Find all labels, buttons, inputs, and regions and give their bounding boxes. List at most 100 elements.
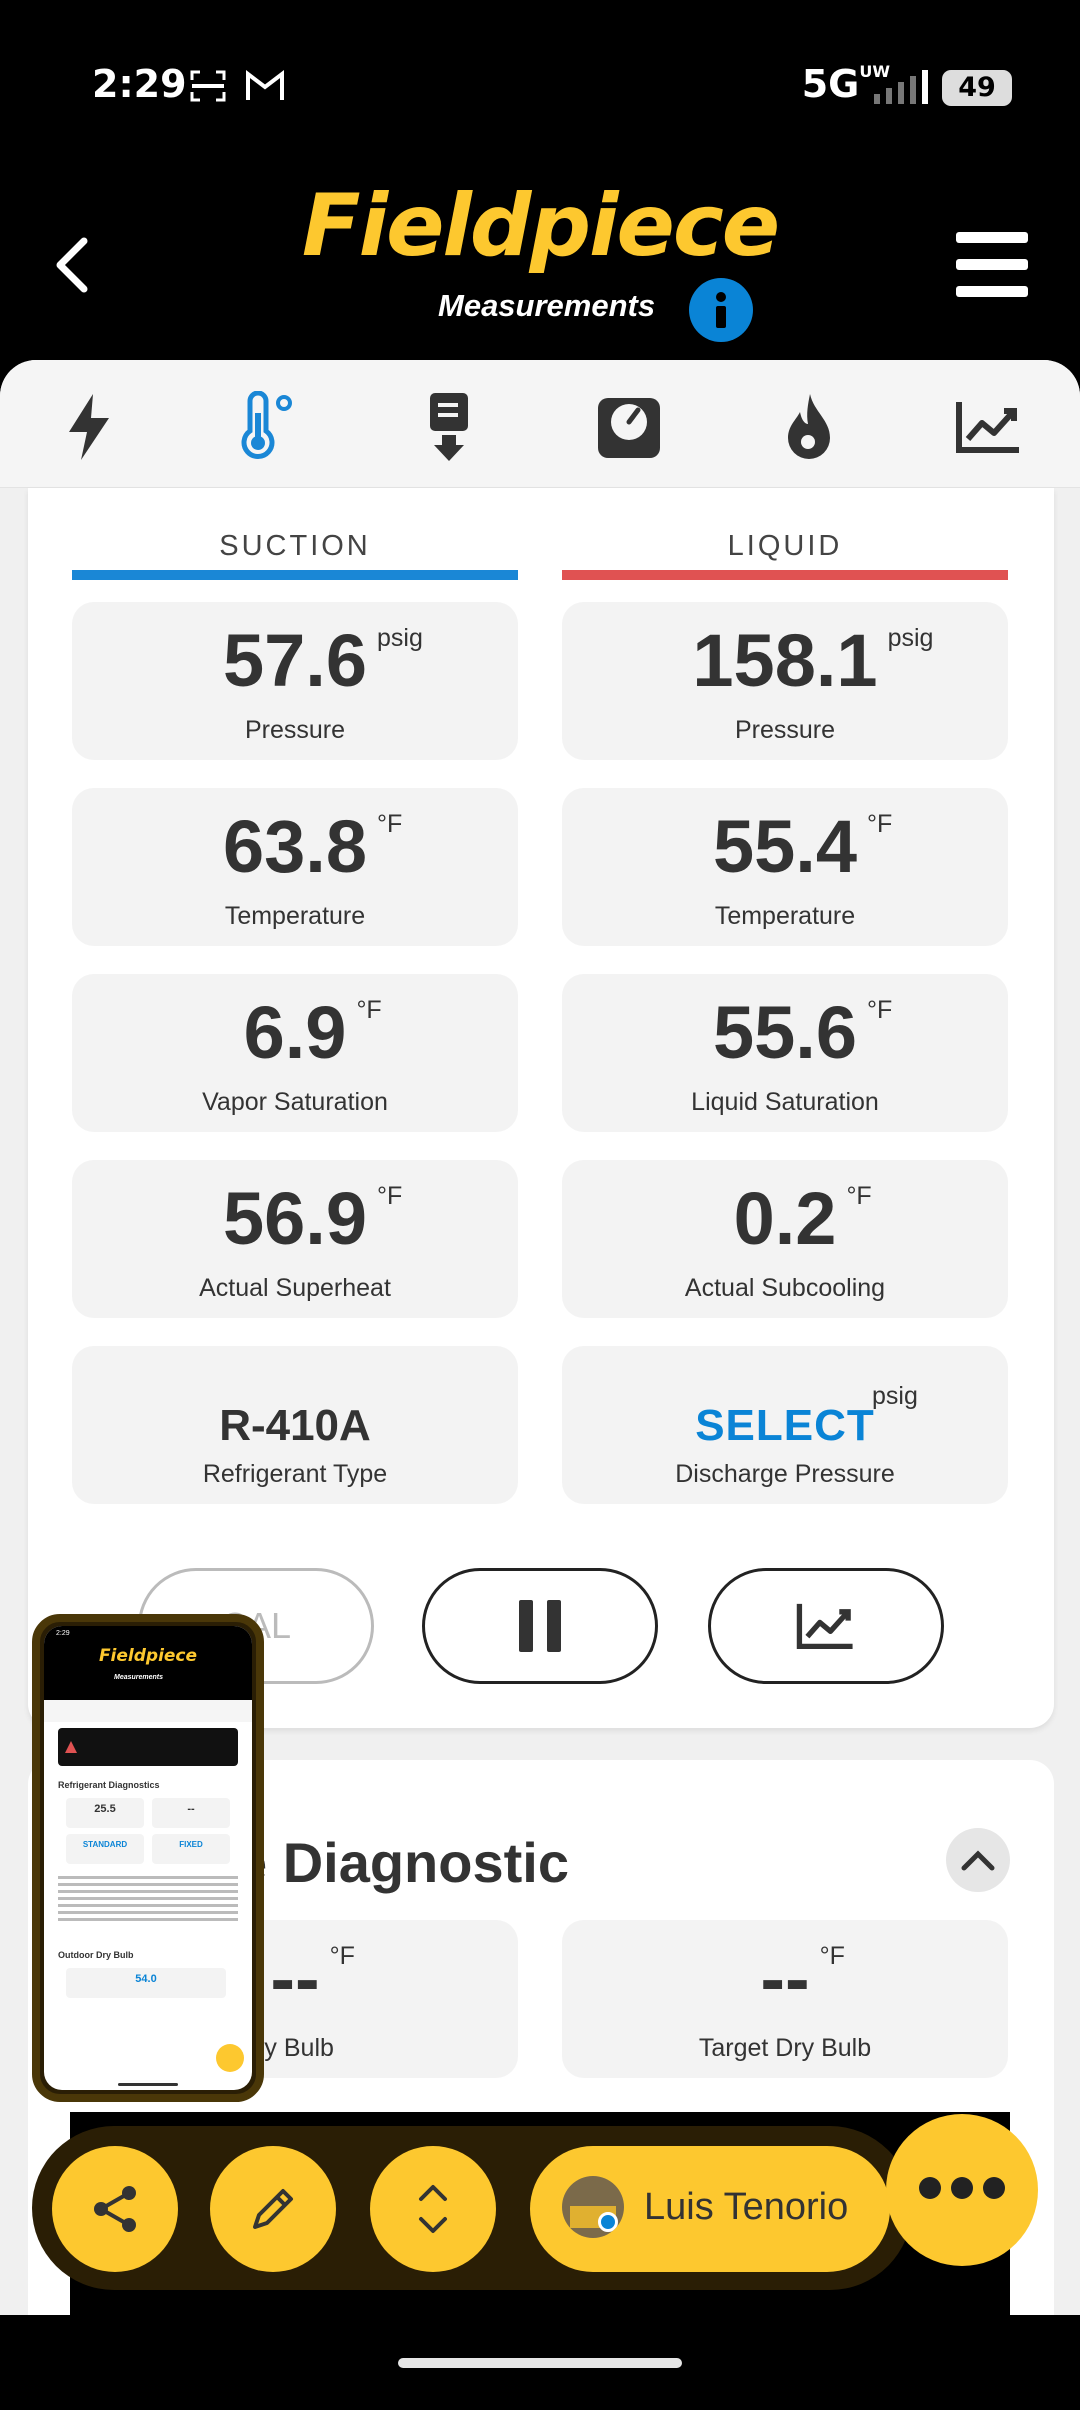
liquid-temperature-label: Temperature xyxy=(714,902,856,930)
battery-indicator: 49 xyxy=(942,70,1012,106)
suction-pressure-value: 57.6 psig xyxy=(222,619,423,702)
warning-icon xyxy=(65,1741,77,1753)
liquid-saturation-label: Liquid Saturation xyxy=(691,1088,879,1116)
preview-value-1: 25.5 xyxy=(66,1798,144,1828)
actual-superheat-tile[interactable]: 56.9 °F Actual Superheat xyxy=(72,1160,518,1318)
edit-button[interactable] xyxy=(210,2146,336,2272)
flame-icon xyxy=(788,394,830,459)
actual-superheat-value: 56.9 °F xyxy=(222,1177,403,1260)
page-subtitle: Measurements xyxy=(438,288,656,323)
screenshot-icon xyxy=(190,70,226,102)
preview-screen: 2:29 Fieldpiece Measurements Refrigerant… xyxy=(44,1626,252,2090)
liquid-saturation-tile[interactable]: 55.6 °F Liquid Saturation xyxy=(562,974,1008,1132)
chevron-up-icon xyxy=(961,1850,995,1871)
info-button[interactable] xyxy=(689,278,753,342)
liquid-color-bar xyxy=(562,570,1008,580)
discharge-pressure-unit: psig xyxy=(872,1382,918,1410)
refrigerant-type-tile[interactable]: R-410A Refrigerant Type xyxy=(72,1346,518,1504)
trend-chart-icon xyxy=(956,402,1019,453)
tab-pressure[interactable] xyxy=(584,382,674,472)
preview-value-4: FIXED xyxy=(152,1834,230,1864)
discharge-pressure-label: Discharge Pressure xyxy=(675,1460,895,1488)
vapor-saturation-tile[interactable]: 6.9 °F Vapor Saturation xyxy=(72,974,518,1132)
fieldpiece-logo: Fieldpiece xyxy=(301,176,780,276)
vapor-saturation-label: Vapor Saturation xyxy=(202,1088,388,1116)
liquid-pressure-tile[interactable]: 158.1 psig Pressure xyxy=(562,602,1008,760)
tab-combustion[interactable] xyxy=(764,382,854,472)
tab-temperature[interactable] xyxy=(222,382,312,472)
preview-logo: Fieldpiece xyxy=(98,1646,198,1666)
actual-subcooling-tile[interactable]: 0.2 °F Actual Subcooling xyxy=(562,1160,1008,1318)
preview-section-refrigerant: Refrigerant Diagnostics xyxy=(58,1780,160,1790)
refrigerant-type-label: Refrigerant Type xyxy=(202,1460,388,1488)
target-dry-bulb-tile[interactable]: -- °F Target Dry Bulb xyxy=(562,1920,1008,2078)
preview-value-2: -- xyxy=(152,1798,230,1828)
liquid-pressure-value: 158.1 psig xyxy=(692,619,934,702)
participant-name: Luis Tenorio xyxy=(644,2186,849,2228)
discharge-pressure-select[interactable]: SELECT xyxy=(562,1404,1008,1448)
floating-action-bar: Luis Tenorio xyxy=(32,2126,912,2290)
vapor-saturation-value: 6.9 °F xyxy=(243,991,382,1074)
target-dry-bulb-value: -- °F xyxy=(760,1937,845,2020)
suction-temperature-value: 63.8 °F xyxy=(222,805,403,888)
share-button[interactable] xyxy=(52,2146,178,2272)
preview-toolbar xyxy=(44,1700,252,1722)
liquid-heading: LIQUID xyxy=(727,530,843,562)
signal-icon xyxy=(874,70,928,104)
thermometer-icon xyxy=(241,391,292,459)
gauge-icon xyxy=(598,398,660,458)
vacuum-icon xyxy=(430,393,468,461)
gmail-icon xyxy=(246,69,284,100)
app-header: Fieldpiece Measurements xyxy=(0,170,1080,360)
preview-paragraph xyxy=(58,1876,238,1925)
suction-color-bar xyxy=(72,570,518,580)
status-bar: 2:29 5GUW 49 xyxy=(0,0,1080,170)
preview-header: 2:29 Fieldpiece Measurements xyxy=(44,1626,252,1700)
liquid-saturation-value: 55.6 °F xyxy=(712,991,893,1074)
preview-more-button xyxy=(216,2044,244,2072)
preview-value-3: STANDARD xyxy=(66,1834,144,1864)
pause-icon xyxy=(519,1600,561,1652)
avatar xyxy=(562,2176,624,2238)
preview-section-outdoor: Outdoor Dry Bulb xyxy=(58,1950,134,1960)
expand-button[interactable] xyxy=(370,2146,496,2272)
screen-share-preview[interactable]: 2:29 Fieldpiece Measurements Refrigerant… xyxy=(32,1614,264,2102)
share-icon xyxy=(94,2186,136,2232)
measurement-toolbar xyxy=(0,360,1080,488)
actual-superheat-label: Actual Superheat xyxy=(199,1274,391,1302)
actual-subcooling-value: 0.2 °F xyxy=(733,1177,872,1260)
collapse-button[interactable] xyxy=(946,1828,1010,1892)
target-dry-bulb-label: Target Dry Bulb xyxy=(698,2034,872,2062)
refrigerant-type-value: R-410A xyxy=(219,1401,371,1450)
suction-temperature-tile[interactable]: 63.8 °F Temperature xyxy=(72,788,518,946)
info-icon xyxy=(716,292,726,328)
suction-pressure-label: Pressure xyxy=(244,716,346,744)
trend-chart-icon xyxy=(796,1603,853,1650)
suction-pressure-tile[interactable]: 57.6 psig Pressure xyxy=(72,602,518,760)
preview-value-5: 54.0 xyxy=(66,1968,226,1998)
liquid-pressure-label: Pressure xyxy=(734,716,836,744)
preview-subtitle: Measurements xyxy=(114,1674,164,1681)
clock: 2:29 xyxy=(92,62,187,106)
system-nav-bar xyxy=(0,2315,1080,2410)
liquid-temperature-tile[interactable]: 55.4 °F Temperature xyxy=(562,788,1008,946)
tab-electrical[interactable] xyxy=(44,382,134,472)
preview-home-bar xyxy=(118,2083,178,2086)
tab-trends[interactable] xyxy=(944,382,1034,472)
liquid-temperature-value: 55.4 °F xyxy=(712,805,893,888)
home-indicator[interactable] xyxy=(398,2358,682,2368)
participant-pill[interactable]: Luis Tenorio xyxy=(530,2146,890,2272)
expand-vertical-icon xyxy=(419,2185,447,2233)
tab-vacuum[interactable] xyxy=(404,382,494,472)
trend-button[interactable] xyxy=(708,1568,944,1684)
actual-subcooling-label: Actual Subcooling xyxy=(684,1274,886,1302)
diagnostic-title: e Diagnostic xyxy=(236,1831,569,1894)
pause-button[interactable] xyxy=(422,1568,658,1684)
more-options-button[interactable] xyxy=(886,2114,1038,2266)
discharge-pressure-tile[interactable]: SELECT psig Discharge Pressure xyxy=(562,1346,1008,1504)
preview-time: 2:29 xyxy=(56,1630,70,1637)
measurement-card: SUCTION LIQUID 57.6 psig Pressure 158.1 ps… xyxy=(28,488,1054,1728)
pencil-icon xyxy=(253,2189,293,2229)
hamburger-menu-icon[interactable] xyxy=(956,232,1028,298)
suction-temperature-label: Temperature xyxy=(224,902,366,930)
